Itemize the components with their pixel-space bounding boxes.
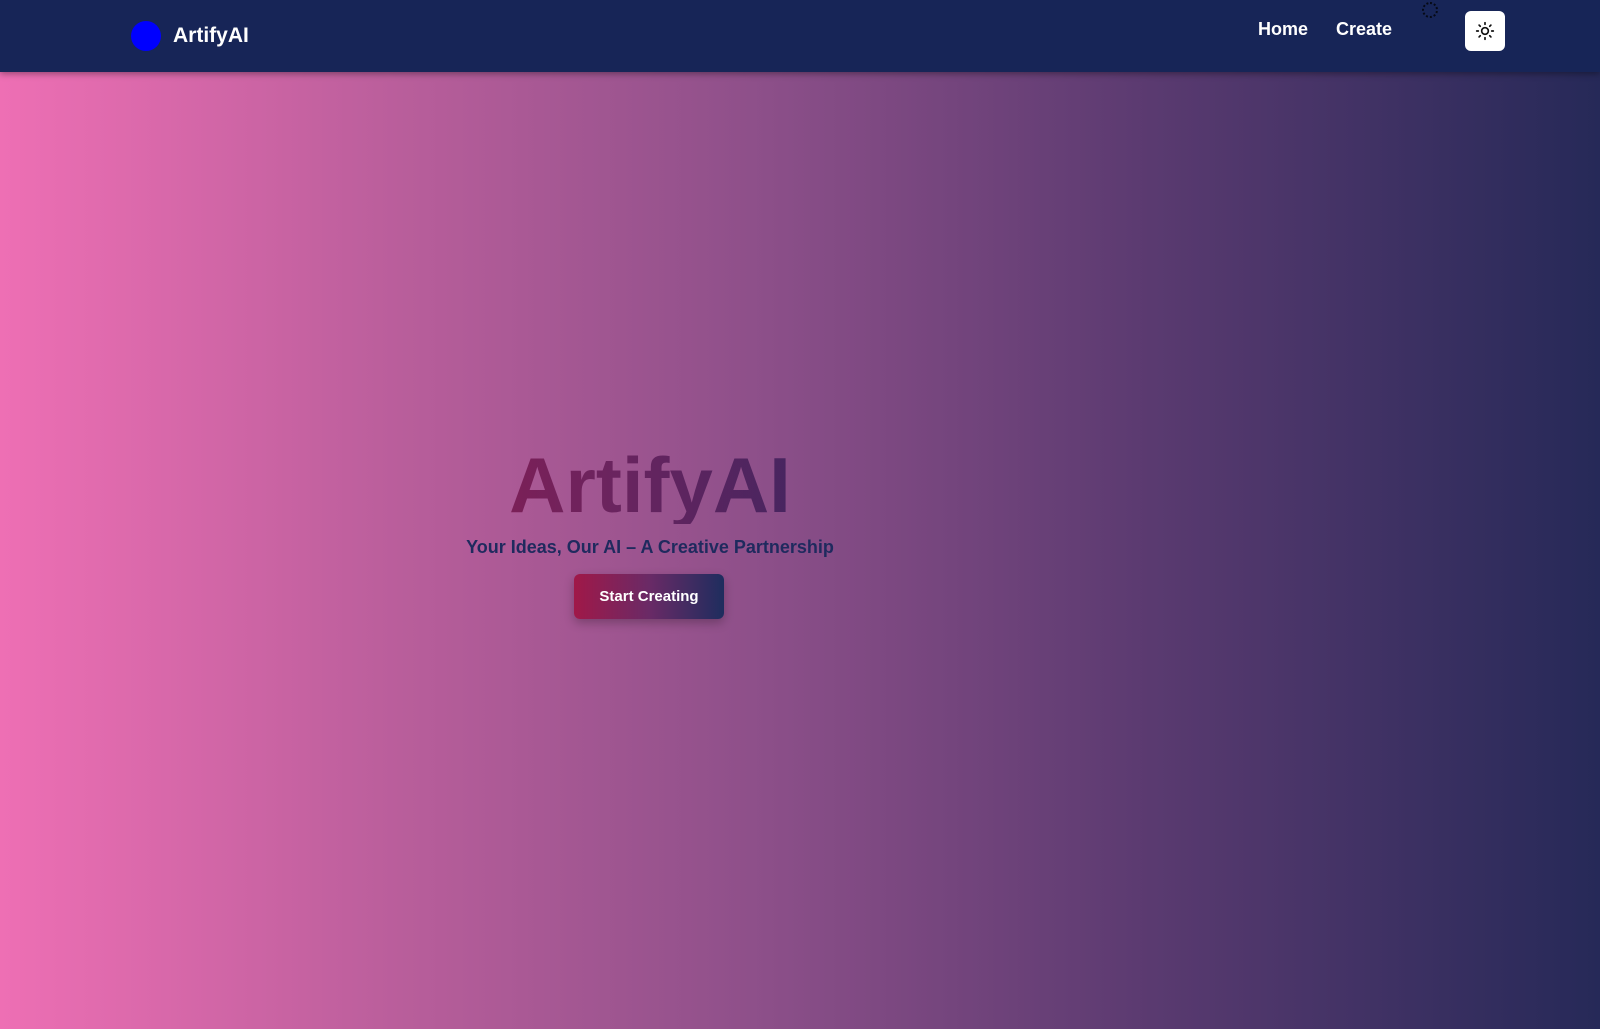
hero-section: ArtifyAI Your Ideas, Our AI – A Creative… (0, 72, 1600, 1029)
hero-subtitle: Your Ideas, Our AI – A Creative Partners… (466, 537, 834, 557)
theme-toggle-button[interactable] (1465, 11, 1505, 51)
nav-link-home[interactable]: Home (1258, 19, 1308, 40)
sun-icon (1475, 21, 1495, 41)
spinner-icon (1422, 2, 1438, 18)
brand-logo-icon (131, 21, 161, 51)
nav-links: Home Create (1258, 19, 1420, 40)
hero-title: ArtifyAI (300, 446, 1000, 524)
navbar: ArtifyAI Home Create (0, 0, 1600, 72)
brand[interactable]: ArtifyAI (131, 21, 249, 51)
brand-name: ArtifyAI (173, 24, 249, 47)
start-creating-button[interactable]: Start Creating (574, 574, 724, 619)
nav-link-create[interactable]: Create (1336, 19, 1392, 40)
